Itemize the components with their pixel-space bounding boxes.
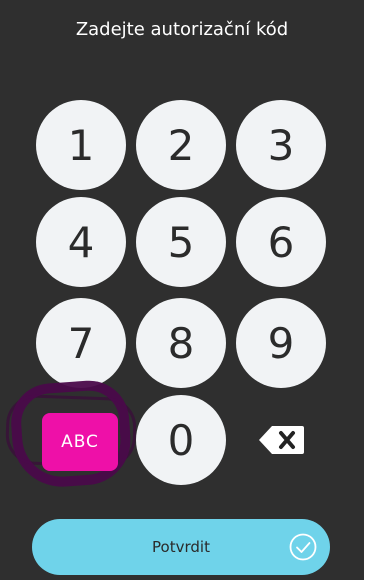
abc-key-label: ABC xyxy=(61,432,99,452)
key-7-label: 7 xyxy=(67,318,95,368)
key-3-label: 3 xyxy=(267,120,295,170)
key-0-label: 0 xyxy=(167,415,195,465)
key-2[interactable]: 2 xyxy=(136,100,226,190)
key-4-label: 4 xyxy=(67,217,95,267)
page-title: Zadejte autorizační kód xyxy=(75,19,289,40)
key-7[interactable]: 7 xyxy=(36,298,126,388)
key-5[interactable]: 5 xyxy=(136,197,226,287)
abc-key[interactable]: ABC xyxy=(42,413,118,471)
backspace-icon xyxy=(259,426,304,454)
check-circle-icon xyxy=(289,533,317,561)
key-1[interactable]: 1 xyxy=(36,100,126,190)
key-9-label: 9 xyxy=(267,318,295,368)
key-2-label: 2 xyxy=(167,120,195,170)
key-6-label: 6 xyxy=(267,217,295,267)
key-3[interactable]: 3 xyxy=(236,100,326,190)
key-6[interactable]: 6 xyxy=(236,197,326,287)
screen-edge xyxy=(364,0,374,580)
confirm-button[interactable]: Potvrdit xyxy=(32,519,330,575)
key-8-label: 8 xyxy=(167,318,195,368)
key-8[interactable]: 8 xyxy=(136,298,226,388)
key-1-label: 1 xyxy=(67,120,95,170)
confirm-label: Potvrdit xyxy=(152,538,210,556)
key-4[interactable]: 4 xyxy=(36,197,126,287)
key-5-label: 5 xyxy=(167,217,195,267)
backspace-button[interactable] xyxy=(258,424,306,456)
key-0[interactable]: 0 xyxy=(136,395,226,485)
key-9[interactable]: 9 xyxy=(236,298,326,388)
auth-code-screen: Zadejte autorizační kód 1 2 3 4 5 6 7 8 … xyxy=(0,0,374,580)
